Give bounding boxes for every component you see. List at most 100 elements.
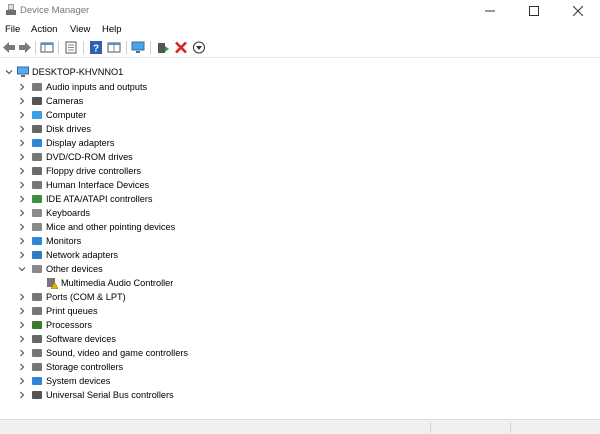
- collapse-chevron-icon[interactable]: [18, 265, 26, 273]
- tree-item-label[interactable]: Storage controllers: [46, 361, 123, 373]
- tree-item-label[interactable]: IDE ATA/ATAPI controllers: [46, 193, 153, 205]
- menu-action[interactable]: Action: [31, 24, 57, 35]
- svg-text:?: ?: [93, 44, 99, 55]
- menu-file[interactable]: File: [5, 24, 20, 35]
- menu-bar: File Action View Help: [0, 22, 600, 38]
- expand-chevron-icon[interactable]: [18, 97, 26, 105]
- expand-chevron-icon[interactable]: [18, 181, 26, 189]
- computer-root-icon: [17, 66, 29, 77]
- printer-icon: [32, 307, 42, 315]
- toolbar-separator: [83, 41, 84, 54]
- tree-item-label[interactable]: Processors: [46, 319, 92, 331]
- expand-chevron-icon[interactable]: [18, 391, 26, 399]
- minimize-button[interactable]: [468, 0, 512, 21]
- tree-item-label[interactable]: Network adapters: [46, 249, 118, 261]
- toolbar-separator: [35, 41, 36, 54]
- expand-chevron-icon[interactable]: [18, 195, 26, 203]
- download-icon[interactable]: [192, 41, 206, 54]
- mouse-icon: [32, 223, 42, 231]
- collapse-chevron-icon[interactable]: [5, 68, 13, 76]
- expand-chevron-icon[interactable]: [18, 293, 26, 301]
- expand-chevron-icon[interactable]: [18, 153, 26, 161]
- expand-chevron-icon[interactable]: [18, 377, 26, 385]
- toolbar-separator: [150, 41, 151, 54]
- sound-icon: [32, 349, 42, 357]
- maximize-button[interactable]: [512, 0, 556, 21]
- expand-chevron-icon[interactable]: [18, 237, 26, 245]
- usb-icon: [32, 391, 42, 399]
- expand-chevron-icon[interactable]: [18, 83, 26, 91]
- expand-chevron-icon[interactable]: [18, 139, 26, 147]
- expand-chevron-icon[interactable]: [18, 223, 26, 231]
- tree-item-label[interactable]: Ports (COM & LPT): [46, 291, 126, 303]
- expand-chevron-icon[interactable]: [18, 125, 26, 133]
- tree-item-label[interactable]: Floppy drive controllers: [46, 165, 141, 177]
- tree-item-label[interactable]: Software devices: [46, 333, 116, 345]
- tree-item-label[interactable]: Universal Serial Bus controllers: [46, 389, 174, 401]
- window-title: Device Manager: [20, 5, 90, 16]
- network-adapter-icon: [32, 251, 42, 259]
- display-adapter-icon: [32, 139, 42, 147]
- monitor-icon: [32, 237, 42, 245]
- tree-item-label[interactable]: Audio inputs and outputs: [46, 81, 147, 93]
- tree-item-label[interactable]: Keyboards: [46, 207, 90, 219]
- tree-item-label[interactable]: Disk drives: [46, 123, 91, 135]
- floppy-controller-icon: [32, 167, 42, 175]
- close-icon: [573, 5, 583, 16]
- ide-controller-icon: [32, 195, 42, 203]
- disk-drive-icon: [32, 125, 42, 133]
- tree-item-label[interactable]: Monitors: [46, 235, 81, 247]
- tree-item-label[interactable]: Print queues: [46, 305, 98, 317]
- status-bar: [0, 419, 600, 434]
- speaker-icon: [32, 83, 42, 91]
- tree-item-label[interactable]: Computer: [46, 109, 86, 121]
- tree-item-label[interactable]: System devices: [46, 375, 110, 387]
- expand-chevron-icon[interactable]: [18, 307, 26, 315]
- computer-icon: [32, 111, 42, 119]
- expand-chevron-icon[interactable]: [18, 209, 26, 217]
- toolbar-separator: [126, 41, 127, 54]
- expand-chevron-icon[interactable]: [18, 363, 26, 371]
- port-icon: [32, 293, 42, 301]
- tree-item-label[interactable]: Mice and other pointing devices: [46, 221, 175, 233]
- storage-controller-icon: [32, 363, 42, 371]
- unknown-device-icon: [32, 265, 42, 273]
- menu-view[interactable]: View: [70, 24, 90, 35]
- tree-item-label[interactable]: DVD/CD-ROM drives: [46, 151, 133, 163]
- toolbar: ?: [0, 38, 600, 58]
- tree-root-label[interactable]: DESKTOP-KHVNNO1: [32, 66, 123, 78]
- uninstall-icon[interactable]: [174, 41, 188, 54]
- tree-item-label[interactable]: Display adapters: [46, 137, 114, 149]
- properties-grid-icon[interactable]: [40, 41, 54, 54]
- expand-chevron-icon[interactable]: [18, 167, 26, 175]
- close-button[interactable]: [556, 0, 600, 21]
- minimize-icon: [485, 10, 495, 11]
- help-icon[interactable]: ?: [89, 41, 103, 54]
- keyboard-icon: [32, 209, 42, 217]
- system-device-icon: [32, 377, 42, 385]
- device-tree[interactable]: DESKTOP-KHVNNO1 Audio inputs and outputs…: [0, 60, 600, 418]
- expand-chevron-icon[interactable]: [18, 251, 26, 259]
- processor-icon: [32, 321, 42, 329]
- tree-item-label[interactable]: Human Interface Devices: [46, 179, 149, 191]
- forward-icon[interactable]: [18, 41, 32, 54]
- update-driver-icon[interactable]: [156, 41, 170, 54]
- expand-chevron-icon[interactable]: [18, 335, 26, 343]
- expand-chevron-icon[interactable]: [18, 321, 26, 329]
- tree-item-label[interactable]: Sound, video and game controllers: [46, 347, 188, 359]
- tree-child-label[interactable]: Multimedia Audio Controller: [61, 277, 173, 289]
- tree-item-label[interactable]: Other devices: [46, 263, 103, 275]
- expand-chevron-icon[interactable]: [18, 349, 26, 357]
- menu-help[interactable]: Help: [102, 24, 122, 35]
- hid-icon: [32, 181, 42, 189]
- tree-item-label[interactable]: Cameras: [46, 95, 83, 107]
- monitor-icon[interactable]: [131, 41, 145, 54]
- grid-icon[interactable]: [107, 41, 121, 54]
- back-icon[interactable]: [2, 41, 16, 54]
- toolbar-separator: [58, 41, 59, 54]
- expand-chevron-icon[interactable]: [18, 111, 26, 119]
- title-bar: Device Manager: [0, 0, 600, 21]
- status-separator: [510, 422, 511, 433]
- software-device-icon: [32, 335, 42, 343]
- document-icon[interactable]: [64, 41, 78, 54]
